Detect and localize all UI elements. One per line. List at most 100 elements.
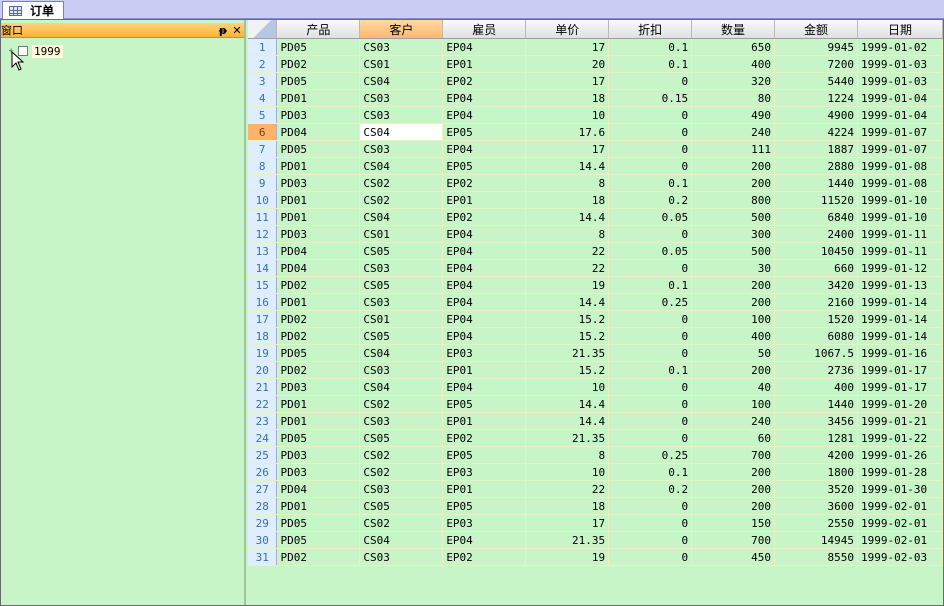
cell-employee[interactable]: EP05 — [442, 497, 527, 515]
cell-product[interactable]: PD02 — [276, 327, 361, 345]
cell-employee[interactable]: EP01 — [442, 55, 527, 73]
cell-discount[interactable]: 0 — [608, 106, 693, 124]
cell-date[interactable]: 1999-01-28 — [857, 463, 943, 481]
row-number[interactable]: 13 — [248, 242, 278, 260]
cell-customer[interactable]: CS01 — [359, 310, 444, 328]
row-number[interactable]: 30 — [248, 531, 278, 549]
cell-employee[interactable]: EP04 — [442, 310, 527, 328]
table-row[interactable]: 16 PD01 CS03 EP04 14.4 0.25 200 2160 1999-01-14 — [248, 293, 943, 311]
cell-employee[interactable]: EP01 — [442, 412, 527, 430]
cell-date[interactable]: 1999-01-07 — [857, 123, 943, 141]
cell-amount[interactable]: 2736 — [774, 361, 858, 379]
cell-employee[interactable]: EP01 — [442, 361, 527, 379]
row-number[interactable]: 9 — [248, 174, 278, 192]
cell-amount[interactable]: 400 — [774, 378, 858, 396]
cell-amount[interactable]: 2400 — [774, 225, 858, 243]
table-row[interactable]: 1 PD05 CS03 EP04 17 0.1 650 9945 1999-01-02 — [248, 38, 943, 56]
cell-customer[interactable]: CS05 — [359, 429, 444, 447]
row-number[interactable]: 14 — [248, 259, 278, 277]
cell-discount[interactable]: 0 — [608, 344, 693, 362]
column-header-customer[interactable]: 客户 — [359, 20, 444, 39]
table-row[interactable]: 25 PD03 CS02 EP05 8 0.25 700 4200 1999-01-26 — [248, 446, 943, 464]
cell-quantity[interactable]: 200 — [691, 276, 776, 294]
cell-customer[interactable]: CS02 — [359, 395, 444, 413]
cell-amount[interactable]: 2550 — [774, 514, 858, 532]
table-row[interactable]: 11 PD01 CS04 EP02 14.4 0.05 500 6840 1999-01-10 — [248, 208, 943, 226]
cell-product[interactable]: PD03 — [276, 225, 361, 243]
cell-date[interactable]: 1999-01-14 — [857, 310, 943, 328]
cell-product[interactable]: PD02 — [276, 276, 361, 294]
cell-discount[interactable]: 0 — [608, 310, 693, 328]
cell-date[interactable]: 1999-01-30 — [857, 480, 943, 498]
column-header-product[interactable]: 产品 — [276, 20, 361, 39]
cell-amount[interactable]: 6840 — [774, 208, 858, 226]
cell-customer[interactable]: CS01 — [359, 225, 444, 243]
cell-price[interactable]: 17 — [525, 140, 610, 158]
cell-date[interactable]: 1999-01-21 — [857, 412, 943, 430]
table-row[interactable]: 18 PD02 CS05 EP04 15.2 0 400 6080 1999-01-14 — [248, 327, 943, 345]
tab-orders[interactable]: 订单 — [2, 1, 64, 19]
row-number[interactable]: 28 — [248, 497, 278, 515]
cell-amount[interactable]: 7200 — [774, 55, 858, 73]
cell-price[interactable]: 14.4 — [525, 412, 610, 430]
cell-date[interactable]: 1999-01-10 — [857, 191, 943, 209]
cell-discount[interactable]: 0.25 — [608, 293, 693, 311]
cell-product[interactable]: PD01 — [276, 89, 361, 107]
table-row[interactable]: 13 PD04 CS05 EP04 22 0.05 500 10450 1999-01-11 — [248, 242, 943, 260]
table-row[interactable]: 23 PD01 CS03 EP01 14.4 0 240 3456 1999-01-21 — [248, 412, 943, 430]
cell-employee[interactable]: EP04 — [442, 225, 527, 243]
cell-product[interactable]: PD01 — [276, 191, 361, 209]
cell-date[interactable]: 1999-01-26 — [857, 446, 943, 464]
cell-discount[interactable]: 0.25 — [608, 446, 693, 464]
cell-price[interactable]: 22 — [525, 242, 610, 260]
cell-customer[interactable]: CS04 — [359, 208, 444, 226]
cell-customer[interactable]: CS03 — [359, 548, 444, 566]
cell-customer[interactable]: CS03 — [359, 412, 444, 430]
cell-quantity[interactable]: 200 — [691, 497, 776, 515]
column-header-amount[interactable]: 金额 — [774, 20, 858, 39]
cell-price[interactable]: 17.6 — [525, 123, 610, 141]
cell-customer[interactable]: CS04 — [359, 531, 444, 549]
cell-quantity[interactable]: 30 — [691, 259, 776, 277]
cell-discount[interactable]: 0.1 — [608, 463, 693, 481]
cell-price[interactable]: 15.2 — [525, 310, 610, 328]
cell-quantity[interactable]: 450 — [691, 548, 776, 566]
cell-price[interactable]: 10 — [525, 106, 610, 124]
cell-employee[interactable]: EP05 — [442, 123, 527, 141]
cell-date[interactable]: 1999-01-17 — [857, 378, 943, 396]
cell-date[interactable]: 1999-01-12 — [857, 259, 943, 277]
cell-amount[interactable]: 5440 — [774, 72, 858, 90]
cell-quantity[interactable]: 500 — [691, 242, 776, 260]
cell-employee[interactable]: EP04 — [442, 378, 527, 396]
cell-quantity[interactable]: 650 — [691, 38, 776, 56]
table-row[interactable]: 6 PD04 CS04 EP05 17.6 0 240 4224 1999-01-07 — [248, 123, 943, 141]
cell-price[interactable]: 18 — [525, 191, 610, 209]
cell-discount[interactable]: 0 — [608, 157, 693, 175]
cell-product[interactable]: PD02 — [276, 310, 361, 328]
table-row[interactable]: 14 PD04 CS03 EP04 22 0 30 660 1999-01-12 — [248, 259, 943, 277]
cell-date[interactable]: 1999-01-03 — [857, 72, 943, 90]
row-number[interactable]: 18 — [248, 327, 278, 345]
row-number[interactable]: 11 — [248, 208, 278, 226]
cell-date[interactable]: 1999-02-01 — [857, 514, 943, 532]
cell-product[interactable]: PD01 — [276, 412, 361, 430]
cell-amount[interactable]: 14945 — [774, 531, 858, 549]
cell-customer[interactable]: CS03 — [359, 106, 444, 124]
table-row[interactable]: 4 PD01 CS03 EP04 18 0.15 80 1224 1999-01-04 — [248, 89, 943, 107]
table-row[interactable]: 24 PD05 CS05 EP02 21.35 0 60 1281 1999-01-22 — [248, 429, 943, 447]
cell-price[interactable]: 10 — [525, 463, 610, 481]
row-number[interactable]: 24 — [248, 429, 278, 447]
row-number[interactable]: 19 — [248, 344, 278, 362]
cell-date[interactable]: 1999-01-04 — [857, 89, 943, 107]
cell-quantity[interactable]: 240 — [691, 123, 776, 141]
row-number[interactable]: 22 — [248, 395, 278, 413]
cell-customer[interactable]: CS05 — [359, 242, 444, 260]
cell-price[interactable]: 17 — [525, 514, 610, 532]
cell-employee[interactable]: EP01 — [442, 480, 527, 498]
cell-quantity[interactable]: 80 — [691, 89, 776, 107]
cell-product[interactable]: PD05 — [276, 38, 361, 56]
cell-quantity[interactable]: 200 — [691, 480, 776, 498]
cell-product[interactable]: PD03 — [276, 463, 361, 481]
row-number[interactable]: 7 — [248, 140, 278, 158]
cell-employee[interactable]: EP04 — [442, 276, 527, 294]
